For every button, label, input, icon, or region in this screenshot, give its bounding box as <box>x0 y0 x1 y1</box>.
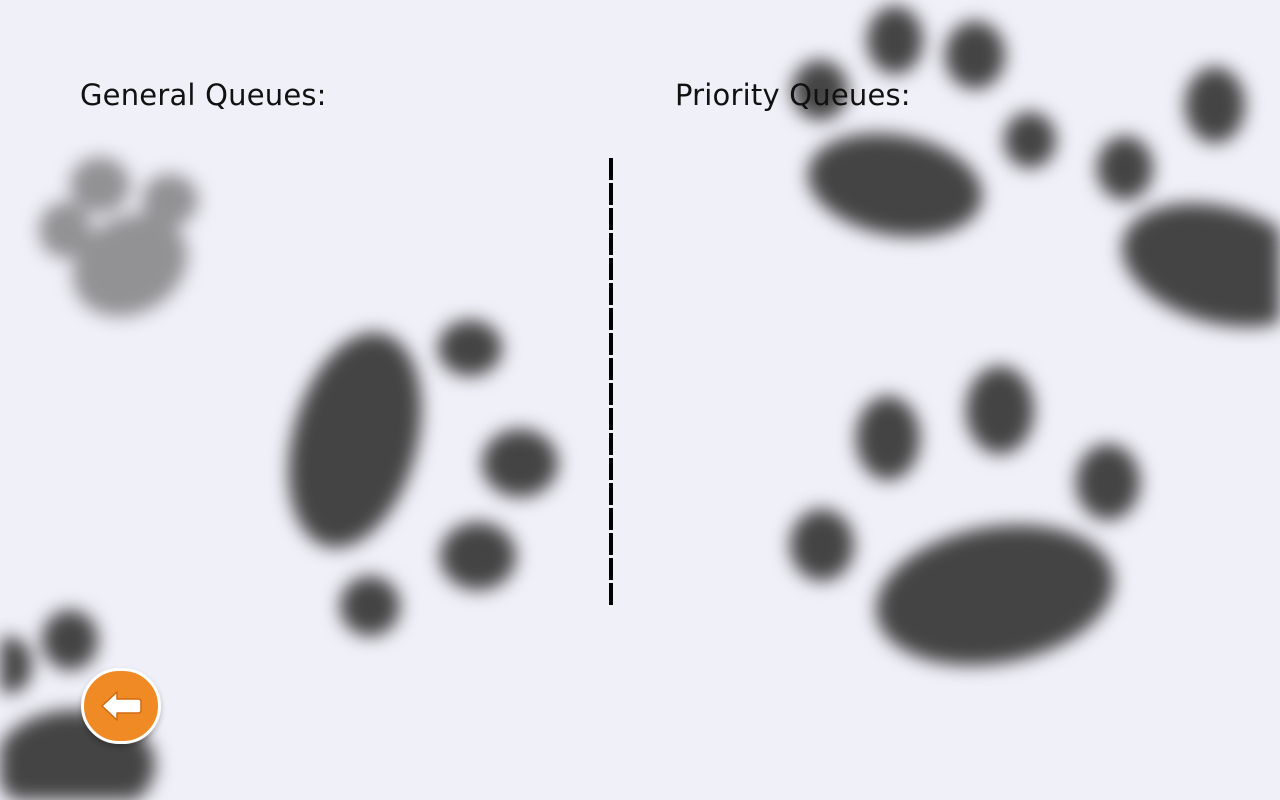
back-arrow-icon <box>101 691 142 721</box>
paw-prints-decoration <box>0 6 1280 800</box>
priority-queues-title: Priority Queues: <box>675 78 911 112</box>
back-button[interactable] <box>81 668 161 744</box>
paw-print <box>792 6 1056 237</box>
paw-print <box>288 320 558 636</box>
queue-screen: General Queues: Priority Queues: <box>0 0 1280 800</box>
paw-print <box>1097 67 1280 327</box>
queue-divider <box>609 158 613 608</box>
paw-print <box>790 366 1140 666</box>
paw-print-background <box>0 0 1280 800</box>
general-queues-title: General Queues: <box>80 78 327 112</box>
paw-print <box>39 157 198 317</box>
